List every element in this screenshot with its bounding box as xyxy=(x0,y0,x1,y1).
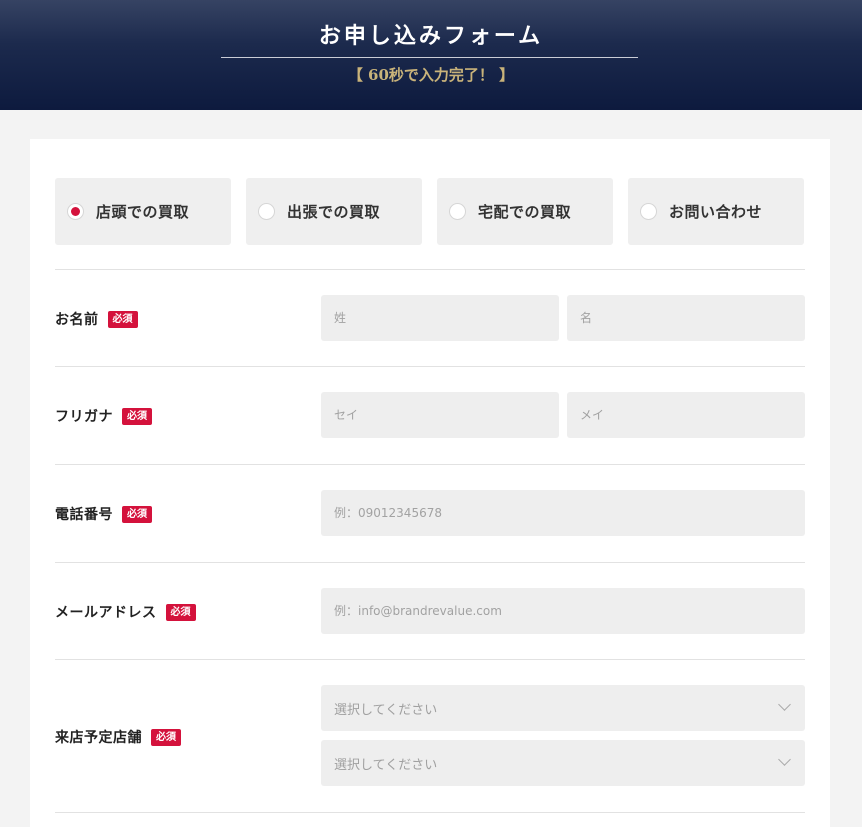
option-delivery-purchase[interactable]: 宅配での買取 xyxy=(437,178,613,245)
divider xyxy=(55,366,805,367)
radio-icon[interactable] xyxy=(640,203,657,220)
last-kana-input[interactable] xyxy=(321,392,559,438)
kana-label: フリガナ xyxy=(55,409,113,425)
email-label-group: メールアドレス 必須 xyxy=(55,602,196,622)
store-label-group: 来店予定店舗 必須 xyxy=(55,727,181,747)
last-name-input[interactable] xyxy=(321,295,559,341)
first-name-input[interactable] xyxy=(567,295,805,341)
option-inquiry[interactable]: お問い合わせ xyxy=(628,178,804,245)
phone-input[interactable] xyxy=(321,490,805,536)
divider xyxy=(55,269,805,270)
form-card: 店頭での買取 出張での買取 宅配での買取 お問い合わせ お名前 必須 フリガナ … xyxy=(30,139,830,827)
name-label: お名前 xyxy=(55,312,99,328)
chevron-down-icon xyxy=(778,698,791,711)
select-placeholder: 選択してください xyxy=(334,757,438,773)
divider xyxy=(55,812,805,813)
divider xyxy=(55,464,805,465)
email-label: メールアドレス xyxy=(55,605,157,621)
divider xyxy=(55,659,805,660)
option-visit-purchase[interactable]: 出張での買取 xyxy=(246,178,422,245)
required-badge: 必須 xyxy=(165,603,196,621)
chevron-down-icon xyxy=(778,753,791,766)
radio-selected-icon[interactable] xyxy=(67,203,84,220)
form-title: お申し込みフォーム xyxy=(318,23,544,49)
option-label: 出張での買取 xyxy=(287,203,381,221)
option-store-purchase[interactable]: 店頭での買取 xyxy=(55,178,231,245)
option-label: 宅配での買取 xyxy=(478,203,572,221)
store-select-2[interactable]: 選択してください xyxy=(321,740,805,786)
select-placeholder: 選択してください xyxy=(334,702,438,718)
option-label: 店頭での買取 xyxy=(96,203,190,221)
required-badge: 必須 xyxy=(151,728,181,746)
phone-label: 電話番号 xyxy=(55,507,113,523)
email-input[interactable] xyxy=(321,588,805,634)
required-badge: 必須 xyxy=(107,310,138,328)
form-header: お申し込みフォーム 【 60秒で入力完了！ 】 xyxy=(0,0,862,110)
phone-label-group: 電話番号 必須 xyxy=(55,504,152,524)
radio-icon[interactable] xyxy=(449,203,466,220)
header-divider xyxy=(221,57,638,58)
divider xyxy=(55,562,805,563)
name-label-group: お名前 必須 xyxy=(55,309,138,329)
kana-label-group: フリガナ 必須 xyxy=(55,406,152,426)
radio-icon[interactable] xyxy=(258,203,275,220)
form-subtitle: 【 60秒で入力完了！ 】 xyxy=(347,66,515,84)
first-kana-input[interactable] xyxy=(567,392,805,438)
store-label: 来店予定店舗 xyxy=(55,730,142,746)
required-badge: 必須 xyxy=(122,505,152,523)
store-select-1[interactable]: 選択してください xyxy=(321,685,805,731)
required-badge: 必須 xyxy=(122,407,152,425)
option-label: お問い合わせ xyxy=(669,203,763,221)
